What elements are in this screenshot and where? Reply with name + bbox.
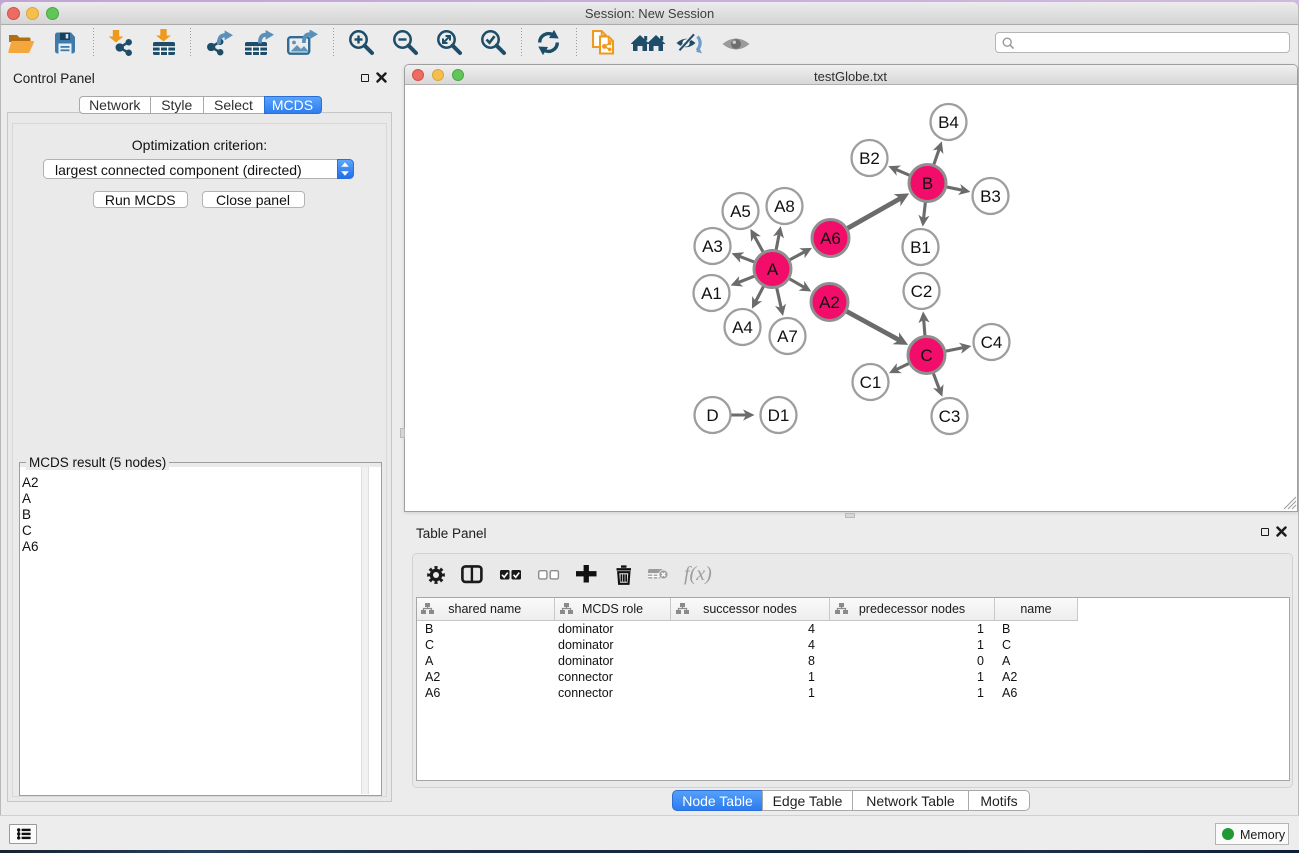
svg-text:B: B: [921, 174, 932, 193]
svg-text:A8: A8: [774, 197, 795, 216]
svg-text:A2: A2: [819, 293, 840, 312]
svg-text:A7: A7: [777, 327, 798, 346]
svg-text:C1: C1: [859, 373, 881, 392]
svg-text:A: A: [766, 260, 778, 279]
svg-text:A3: A3: [702, 237, 723, 256]
svg-text:B1: B1: [910, 238, 931, 257]
svg-text:D: D: [706, 406, 718, 425]
svg-text:C2: C2: [910, 282, 932, 301]
svg-text:C4: C4: [980, 333, 1002, 352]
svg-text:B4: B4: [938, 113, 959, 132]
svg-text:B3: B3: [980, 187, 1001, 206]
svg-text:B2: B2: [859, 149, 880, 168]
svg-text:A5: A5: [730, 202, 751, 221]
svg-text:A4: A4: [732, 318, 753, 337]
svg-text:A1: A1: [701, 284, 722, 303]
svg-text:D1: D1: [767, 406, 789, 425]
svg-text:C: C: [920, 346, 932, 365]
svg-text:A6: A6: [820, 229, 841, 248]
svg-text:C3: C3: [938, 407, 960, 426]
